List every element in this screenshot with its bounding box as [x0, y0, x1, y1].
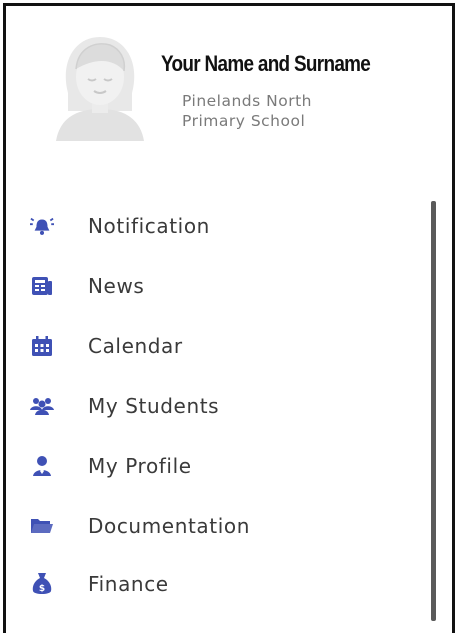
menu-item-my-profile[interactable]: My Profile [30, 446, 410, 486]
user-name: Your Name and Surname [161, 51, 371, 76]
svg-text:$: $ [39, 584, 45, 594]
users-icon [30, 394, 54, 418]
menu-item-calendar[interactable]: Calendar [30, 326, 410, 366]
menu-item-documentation[interactable]: Documentation [30, 506, 410, 546]
money-bag-icon: $ [30, 572, 54, 596]
folder-icon [30, 514, 54, 538]
school-line-1: Pinelands North [182, 92, 312, 110]
bell-icon [30, 214, 54, 238]
menu-label-notification: Notification [88, 214, 210, 238]
newspaper-icon [30, 274, 54, 298]
avatar[interactable] [56, 33, 144, 141]
menu-item-finance[interactable]: $ Finance [30, 564, 410, 604]
menu-label-news: News [88, 274, 145, 298]
menu-label-my-students: My Students [88, 394, 220, 418]
school-name: Pinelands North Primary School [182, 91, 382, 131]
menu-label-documentation: Documentation [88, 514, 250, 538]
school-line-2: Primary School [182, 112, 306, 130]
menu-label-my-profile: My Profile [88, 454, 192, 478]
user-icon [30, 454, 54, 478]
calendar-icon [30, 334, 54, 358]
menu-item-notification[interactable]: Notification [30, 206, 410, 246]
menu-label-calendar: Calendar [88, 334, 183, 358]
menu-item-news[interactable]: News [30, 266, 410, 306]
menu-label-finance: Finance [88, 572, 169, 596]
navigation-drawer: Your Name and Surname Pinelands North Pr… [3, 3, 455, 633]
menu-item-my-students[interactable]: My Students [30, 386, 410, 426]
scrollbar[interactable] [431, 201, 436, 621]
